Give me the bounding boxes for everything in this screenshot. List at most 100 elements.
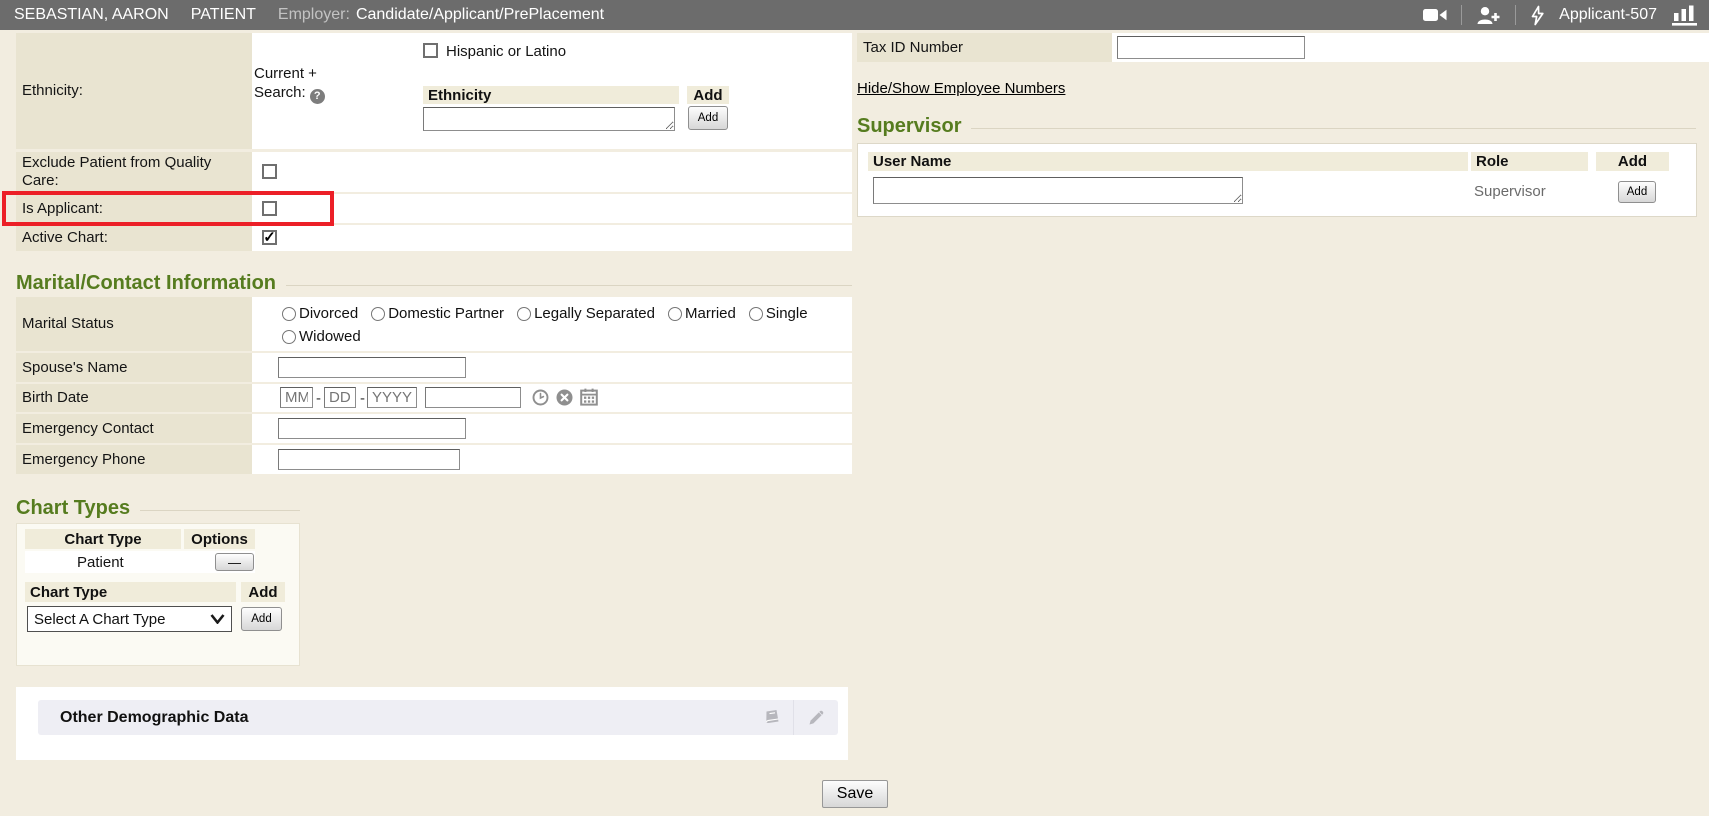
radio-married[interactable]: [668, 307, 682, 321]
active-chart-label: Active Chart:: [22, 229, 108, 247]
radio-divorced[interactable]: [282, 307, 296, 321]
emergency-phone-label-cell: Emergency Phone: [16, 445, 252, 474]
top-bar-left: SEBASTIAN, AARON PATIENT Employer: Candi…: [0, 6, 604, 24]
marital-section-title: Marital/Contact Information: [16, 272, 276, 295]
ethnicity-column-header: Ethnicity: [423, 86, 679, 104]
spouse-name-input[interactable]: [278, 357, 466, 378]
birth-date-label: Birth Date: [22, 389, 89, 407]
top-bar: SEBASTIAN, AARON PATIENT Employer: Candi…: [0, 0, 1709, 30]
ethnicity-add-header: Add: [687, 86, 729, 104]
chart-types-title: Chart Types: [16, 497, 130, 520]
ethnicity-input[interactable]: [423, 107, 675, 131]
applicant-badge: Applicant-507: [1559, 6, 1657, 24]
chart-type-add-button[interactable]: Add: [241, 607, 282, 631]
other-demographics-bar: Other Demographic Data: [38, 700, 838, 735]
chart-type-select[interactable]: Select A Chart Type: [27, 606, 232, 632]
bar-chart-icon[interactable]: [1671, 4, 1699, 26]
birth-year-input[interactable]: [367, 387, 417, 408]
radio-option: Married: [668, 305, 736, 322]
clear-icon[interactable]: [556, 389, 573, 406]
tax-id-row: Tax ID Number: [857, 33, 1709, 62]
emergency-contact-input[interactable]: [278, 418, 466, 439]
radio-option: Widowed: [282, 328, 361, 345]
birth-date-label-cell: Birth Date: [16, 384, 252, 412]
employer-label: Employer:: [278, 6, 350, 24]
tax-id-input[interactable]: [1117, 36, 1305, 59]
hide-show-employee-numbers-link[interactable]: Hide/Show Employee Numbers: [857, 80, 1065, 97]
spouse-name-row: Spouse's Name: [16, 353, 852, 382]
other-demographics-title: Other Demographic Data: [38, 709, 248, 727]
exclude-label-cell: Exclude Patient from Quality Care:: [16, 152, 252, 192]
ethnicity-add-button[interactable]: Add: [688, 106, 728, 130]
chart-type-column-header: Chart Type: [25, 529, 181, 549]
top-bar-right: Applicant-507: [1423, 4, 1709, 26]
birth-month-input[interactable]: [280, 387, 313, 408]
supervisor-user-name-input[interactable]: [873, 177, 1243, 204]
chart-type-select-value: Select A Chart Type: [34, 611, 165, 628]
ethnicity-row: Ethnicity: Current + Search:? Hispanic o…: [16, 33, 852, 149]
chart-types-heading: Chart Types: [16, 497, 300, 520]
supervisor-add-button[interactable]: Add: [1618, 181, 1656, 203]
chart-types-panel: Chart Type Options Patient — Chart Type …: [16, 523, 300, 666]
marital-status-row: Marital Status Divorced Domestic Partner…: [16, 297, 852, 351]
save-button[interactable]: Save: [822, 780, 888, 808]
exclude-label: Exclude Patient from Quality Care:: [22, 154, 244, 190]
is-applicant-label: Is Applicant:: [22, 200, 103, 218]
emergency-contact-label-cell: Emergency Contact: [16, 414, 252, 443]
radio-option: Single: [749, 305, 808, 322]
tax-id-label-cell: Tax ID Number: [857, 33, 1112, 62]
chart-type-options-button[interactable]: —: [215, 553, 254, 571]
supervisor-role-value: Supervisor: [1474, 183, 1546, 200]
emergency-phone-row: Emergency Phone: [16, 445, 852, 474]
marital-options-line1: Divorced Domestic Partner Legally Separa…: [282, 305, 808, 322]
clock-icon[interactable]: [532, 389, 549, 406]
date-separator: -: [316, 390, 321, 407]
role-column-header: Role: [1471, 152, 1588, 171]
book-icon[interactable]: [750, 709, 793, 727]
supervisor-heading: Supervisor: [857, 115, 1696, 138]
is-applicant-label-cell: Is Applicant:: [16, 194, 252, 223]
marital-status-label: Marital Status: [22, 315, 114, 333]
lightning-icon[interactable]: [1530, 5, 1545, 26]
emergency-phone-label: Emergency Phone: [22, 451, 145, 469]
active-chart-row: Active Chart:: [16, 225, 852, 251]
radio-option: Legally Separated: [517, 305, 655, 322]
exclude-checkbox[interactable]: [262, 164, 277, 179]
radio-domestic-partner[interactable]: [371, 307, 385, 321]
help-icon[interactable]: ?: [310, 89, 325, 104]
options-column-header: Options: [184, 529, 255, 549]
birth-date-display-input[interactable]: [425, 387, 521, 408]
is-applicant-checkbox[interactable]: [262, 201, 277, 216]
supervisor-panel: User Name Role Add Supervisor Add: [857, 143, 1697, 217]
add-column-header: Add: [1596, 152, 1669, 171]
marital-section-heading: Marital/Contact Information: [16, 272, 852, 295]
divider: [1461, 5, 1462, 25]
person-add-icon[interactable]: [1476, 6, 1501, 25]
hispanic-label: Hispanic or Latino: [446, 43, 566, 60]
chart-type-value: Patient: [77, 554, 124, 571]
ethnicity-label: Ethnicity:: [22, 82, 83, 100]
section-rule: [140, 510, 300, 511]
hispanic-checkbox[interactable]: [423, 43, 438, 58]
user-name-column-header: User Name: [868, 152, 1468, 171]
employer-value: Candidate/Applicant/PrePlacement: [356, 6, 604, 24]
radio-option: Domestic Partner: [371, 305, 504, 322]
marital-status-label-cell: Marital Status: [16, 297, 252, 351]
active-chart-checkbox[interactable]: [262, 230, 277, 245]
emergency-contact-row: Emergency Contact: [16, 414, 852, 443]
pencil-icon[interactable]: [794, 710, 838, 726]
birth-day-input[interactable]: [324, 387, 356, 408]
radio-single[interactable]: [749, 307, 763, 321]
radio-widowed[interactable]: [282, 330, 296, 344]
supervisor-title: Supervisor: [857, 115, 961, 138]
radio-legally-separated[interactable]: [517, 307, 531, 321]
other-demographics-panel: Other Demographic Data: [16, 687, 848, 760]
video-camera-icon[interactable]: [1423, 7, 1447, 23]
employer-info: Employer: Candidate/Applicant/PrePlaceme…: [278, 6, 604, 24]
is-applicant-row: Is Applicant:: [16, 194, 852, 223]
section-label-patient: PATIENT: [191, 6, 256, 24]
add-column-header: Add: [241, 582, 285, 602]
calendar-icon[interactable]: [580, 388, 598, 406]
patient-name: SEBASTIAN, AARON: [14, 6, 169, 24]
emergency-phone-input[interactable]: [278, 449, 460, 470]
